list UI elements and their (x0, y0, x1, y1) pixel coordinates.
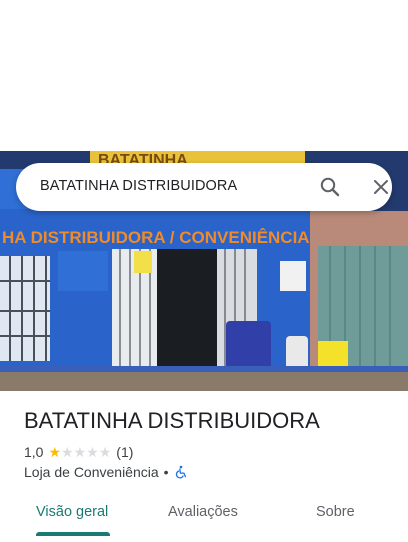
tab-overview[interactable]: Visão geral (36, 504, 108, 520)
star-icon: ★ (73, 444, 87, 460)
star-icon: ★ (61, 444, 74, 460)
separator: • (163, 464, 169, 480)
rating-row[interactable]: 1,0 ★ ★ ★ ★ ★ (1) (24, 444, 133, 460)
search-bar[interactable]: BATATINHA DISTRIBUIDORA (16, 163, 392, 211)
facade-sign-text: HA DISTRIBUIDORA / CONVENIÊNCIA (2, 228, 310, 247)
search-input[interactable]: BATATINHA DISTRIBUIDORA (40, 178, 237, 194)
rating-value: 1,0 (24, 444, 44, 460)
category-row: Loja de Conveniência • (24, 464, 188, 480)
star-icon: ★ (86, 444, 99, 460)
search-icon[interactable] (318, 175, 342, 199)
active-tab-indicator (36, 532, 110, 536)
review-count[interactable]: (1) (116, 444, 133, 460)
star-icon: ★ (98, 444, 112, 460)
rating-stars: ★ ★ ★ ★ ★ (48, 445, 111, 459)
tab-reviews[interactable]: Avaliações (168, 504, 238, 520)
wheelchair-icon (174, 465, 188, 479)
close-icon[interactable] (369, 175, 393, 199)
tab-about[interactable]: Sobre (316, 504, 355, 520)
star-icon: ★ (48, 444, 62, 460)
place-title: BATATINHA DISTRIBUIDORA (24, 408, 320, 433)
place-category: Loja de Conveniência (24, 464, 159, 480)
